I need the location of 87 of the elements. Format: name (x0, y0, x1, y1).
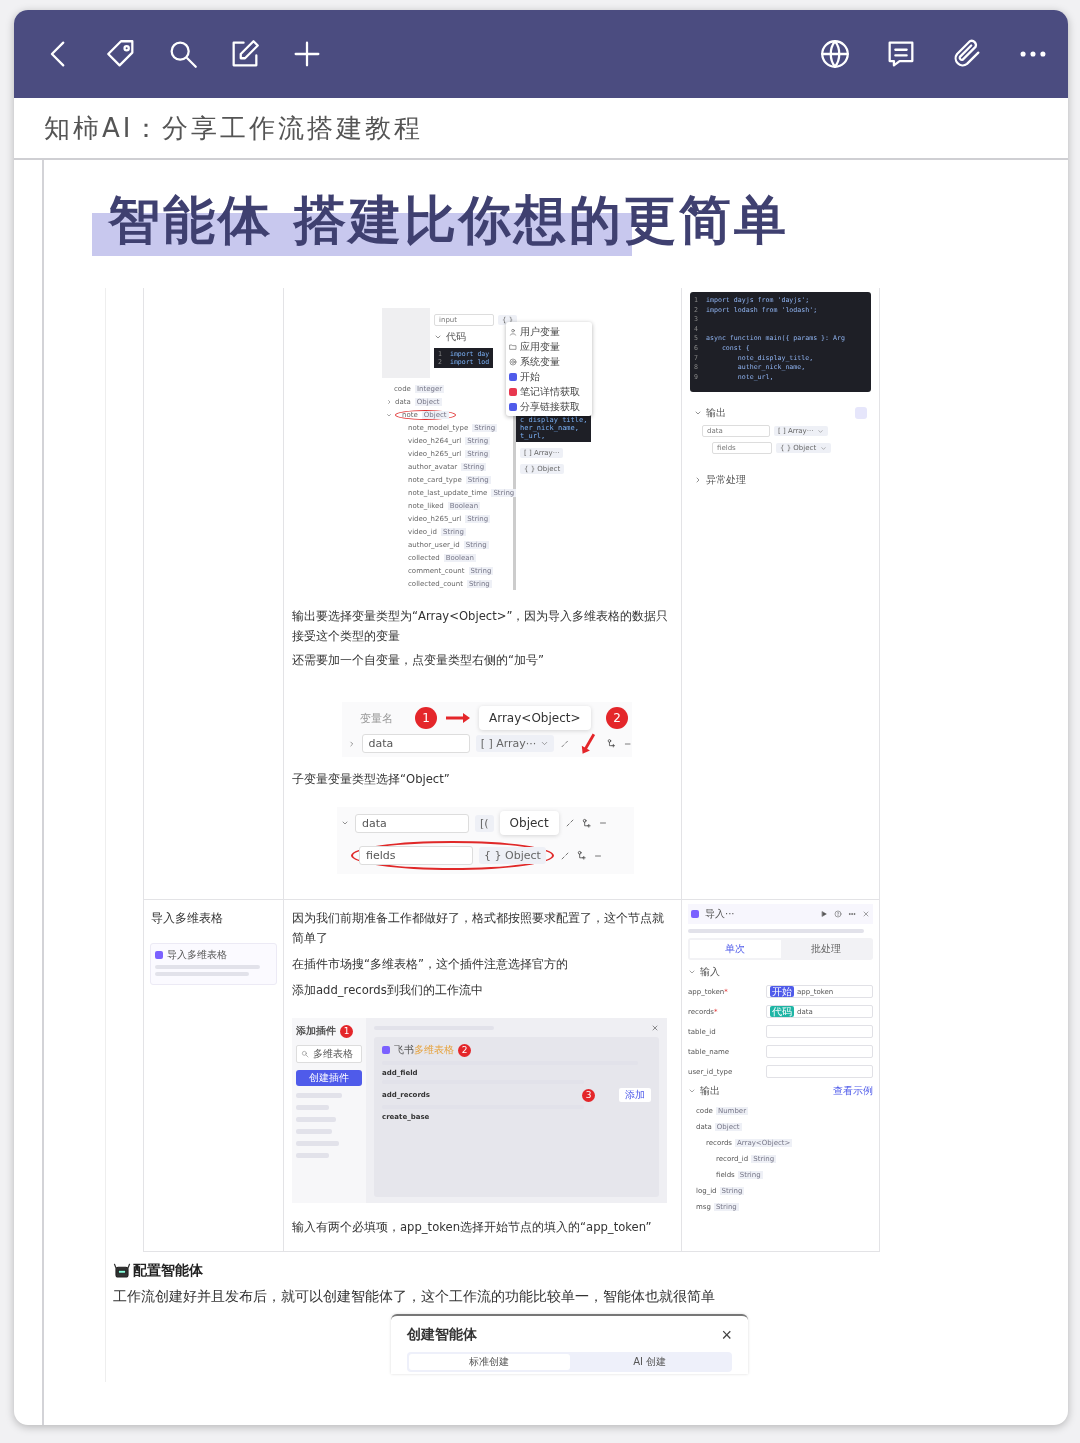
value-field[interactable] (766, 1045, 873, 1058)
collapse-chevron-icon[interactable] (434, 333, 442, 341)
menu-item[interactable]: 开始 (520, 369, 540, 384)
paragraph: 添加add_records到我们的工作流中 (292, 982, 484, 999)
close-button[interactable]: × (721, 1327, 732, 1343)
plugin-icon (382, 1046, 390, 1054)
play-icon[interactable] (820, 910, 828, 918)
tooltip: Array<Object> (479, 706, 591, 730)
dialog-title: 创建智能体 (407, 1326, 477, 1344)
arrow-icon (445, 712, 471, 724)
add-button[interactable]: 添加 (619, 1088, 651, 1102)
paragraph: 还需要加一个自变量，点变量类型右侧的“加号” (292, 652, 545, 669)
user-icon[interactable] (509, 327, 517, 336)
paragraph: 在插件市场搜“多维表格”，这个插件注意选择官方的 (292, 956, 569, 973)
step-badge: 2 (606, 707, 628, 729)
menu-item[interactable]: 分享链接获取 (520, 399, 580, 414)
expand-chevron-icon[interactable] (348, 739, 356, 748)
menu-item[interactable]: 笔记详情获取 (520, 384, 580, 399)
globe-icon[interactable] (818, 37, 852, 71)
expand-chevron-icon[interactable] (386, 398, 392, 405)
paragraph: 子变量变量类型选择“Object” (292, 771, 451, 788)
expand-icon[interactable] (559, 850, 570, 861)
collapse-chevron-icon[interactable] (694, 409, 702, 417)
more-icon[interactable] (848, 910, 856, 918)
section-label: 代码 (446, 330, 466, 344)
step-badge: 1 (415, 707, 437, 729)
section-title: 输出 (706, 406, 726, 420)
close-icon[interactable] (651, 1024, 659, 1032)
node-square-icon (155, 951, 163, 959)
type-select[interactable]: [( (475, 814, 494, 832)
gear-icon[interactable] (509, 357, 517, 366)
mode-tab[interactable]: 单次 (690, 940, 781, 958)
menu-item[interactable]: 应用变量 (520, 339, 560, 354)
name-field[interactable]: fields (359, 846, 473, 865)
mode-tab[interactable]: 批处理 (780, 940, 871, 958)
paragraph: 因为我们前期准备工作都做好了，格式都按照要求配置了，这个节点就简单了 (292, 910, 665, 947)
search-field[interactable]: 多维表格 (296, 1045, 362, 1063)
dropdown-caret-icon[interactable] (820, 444, 828, 452)
node-title: 导入多维表格 (167, 948, 227, 962)
node-title: 导入··· (705, 907, 735, 921)
sidebar-title: 添加插件 (296, 1024, 336, 1038)
section-title: 输出 (700, 1084, 720, 1098)
add-child-icon[interactable] (580, 817, 592, 829)
search-icon (301, 1050, 309, 1058)
help-icon[interactable] (834, 910, 842, 918)
menu-item[interactable]: 系统变量 (520, 354, 560, 369)
section-title: 异常处理 (706, 473, 746, 487)
section-title: 配置智能体 (133, 1262, 203, 1280)
row-label: 导入多维表格 (150, 910, 224, 927)
expand-icon[interactable] (564, 818, 575, 828)
paragraph: 输入有两个必填项，app_token选择开始节点的填入的“app_token” (292, 1219, 653, 1236)
node-square-icon (691, 910, 699, 918)
name-field[interactable]: data (361, 734, 470, 753)
close-icon[interactable] (862, 910, 870, 918)
collapse-chevron-icon[interactable] (341, 819, 349, 827)
column-label: 变量名 (360, 710, 393, 726)
name-field[interactable]: data (355, 813, 469, 833)
expand-icon[interactable] (560, 738, 570, 749)
section-title: 输入 (700, 965, 720, 979)
paragraph: 输出要选择变量类型为“Array<Object>”，因为导入多维表格的数据只接受这个类型的变量 (292, 608, 670, 645)
robot-icon (113, 1262, 131, 1280)
type-select[interactable]: { } Object (479, 847, 546, 864)
collapse-chevron-icon[interactable] (688, 968, 696, 976)
marker-badge: 1 (340, 1024, 353, 1038)
expand-chevron-icon[interactable] (386, 411, 392, 418)
create-mode-tab[interactable]: AI 创建 (569, 1354, 730, 1370)
add-child-icon[interactable] (606, 738, 617, 749)
marker-badge: 3 (582, 1088, 595, 1102)
value-field[interactable] (766, 1065, 873, 1078)
collapse-chevron-icon[interactable] (688, 1087, 696, 1095)
type-select[interactable]: [ ] Array··· (475, 735, 555, 752)
tooltip: Object (499, 811, 559, 835)
paragraph: 工作流创建好并且发布后，就可以创建智能体了，这个工作流的功能比较单一，智能体也就很简单 (113, 1288, 716, 1306)
example-link[interactable]: 查看示例 (833, 1084, 873, 1098)
plugin-title[interactable]: 飞书多维表格 (394, 1043, 454, 1057)
value-field[interactable] (766, 1025, 873, 1038)
marker-badge: 2 (458, 1043, 471, 1057)
expand-chevron-icon[interactable] (694, 476, 702, 484)
menu-item[interactable]: 用户变量 (520, 324, 560, 339)
add-child-icon[interactable] (575, 850, 587, 861)
create-plugin-button[interactable]: 创建插件 (296, 1070, 362, 1086)
node-card[interactable]: 导入多维表格 (150, 943, 277, 985)
create-mode-tab[interactable]: 标准创建 (409, 1354, 570, 1370)
note-title: 知柿AI：分享工作流搭建教程 (44, 111, 424, 145)
folder-icon[interactable] (509, 342, 517, 351)
dropdown-caret-icon[interactable] (540, 739, 550, 748)
dropdown-caret-icon[interactable] (817, 427, 825, 435)
